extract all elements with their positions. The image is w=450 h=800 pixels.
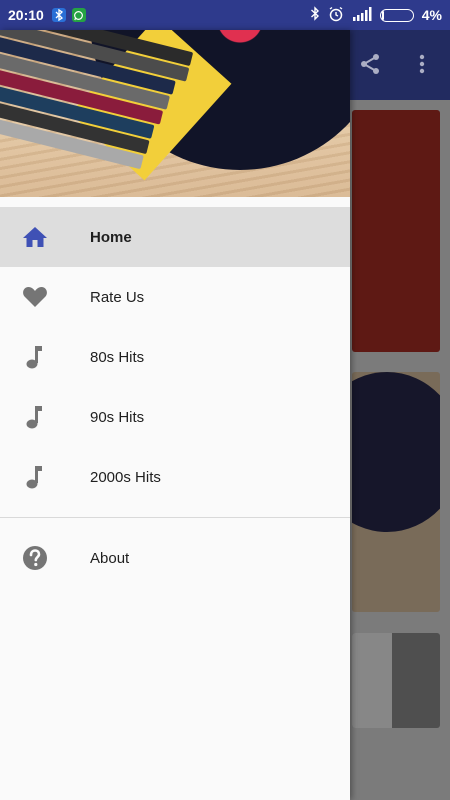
- drawer-item-2000s-hits[interactable]: 2000s Hits: [0, 447, 350, 507]
- drawer-item-label: 90s Hits: [90, 408, 145, 426]
- status-bar: 20:10 4%: [0, 0, 450, 30]
- drawer-item-label: Rate Us: [90, 288, 145, 306]
- music-note-icon: [22, 344, 48, 370]
- battery-fill: [381, 10, 384, 20]
- battery-percentage: 4%: [421, 7, 442, 23]
- bluetooth-icon: [310, 6, 320, 24]
- status-time: 20:10: [8, 7, 44, 23]
- drawer-secondary-menu: About: [0, 528, 350, 588]
- drawer-divider: [0, 517, 350, 518]
- help-icon: [22, 545, 48, 571]
- whatsapp-icon: [71, 8, 86, 22]
- drawer-item-80s-hits[interactable]: 80s Hits: [0, 327, 350, 387]
- heart-icon: [22, 284, 48, 310]
- alarm-icon: [328, 6, 344, 25]
- music-note-icon: [22, 464, 48, 490]
- signal-icon: [352, 6, 372, 24]
- navigation-drawer: Home Rate Us 80s Hits 90s Hits 2000s Hit…: [0, 30, 350, 800]
- drawer-item-label: Home: [90, 228, 132, 246]
- bluetooth-notification-icon: [51, 8, 66, 22]
- drawer-item-label: 80s Hits: [90, 348, 145, 366]
- drawer-menu: Home Rate Us 80s Hits 90s Hits 2000s Hit…: [0, 207, 350, 507]
- drawer-item-rate-us[interactable]: Rate Us: [0, 267, 350, 327]
- music-note-icon: [22, 404, 48, 430]
- drawer-item-label: 2000s Hits: [90, 468, 161, 486]
- drawer-item-home[interactable]: Home: [0, 207, 350, 267]
- drawer-header-image: [0, 30, 350, 197]
- drawer-item-90s-hits[interactable]: 90s Hits: [0, 387, 350, 447]
- drawer-item-label: About: [90, 549, 130, 567]
- drawer-item-about[interactable]: About: [0, 528, 350, 588]
- battery-icon: [379, 8, 414, 22]
- home-icon: [22, 224, 48, 250]
